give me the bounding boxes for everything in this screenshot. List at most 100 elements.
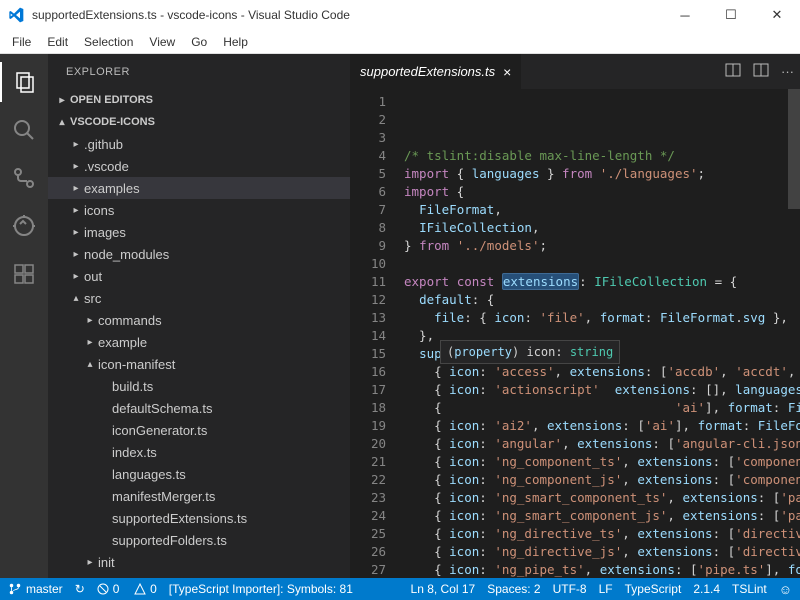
status-ts-importer[interactable]: [TypeScript Importer]: Symbols: 81 (169, 582, 353, 596)
tree-item[interactable]: supportedExtensions.ts (48, 507, 350, 529)
twisty-icon: ▸ (82, 315, 98, 326)
tree-item-label: commands (98, 313, 162, 328)
code-line: { icon: 'angular', extensions: ['angular… (404, 435, 800, 453)
code-line: import { languages } from './languages'; (404, 165, 800, 183)
tree-item-label: .vscode (84, 159, 129, 174)
line-gutter: 1234567891011121314151617181920212223242… (350, 89, 404, 578)
scrollbar-thumb[interactable] (788, 89, 800, 209)
tree-item-label: example (98, 335, 147, 350)
sidebar: EXPLORER ▸OPEN EDITORS ▴VSCODE-ICONS ▸.g… (48, 54, 350, 578)
code-line: file: { icon: 'file', format: FileFormat… (404, 309, 800, 327)
status-sync[interactable]: ↻ (75, 582, 85, 596)
tree-item[interactable]: defaultSchema.ts (48, 397, 350, 419)
twisty-icon: ▴ (68, 293, 84, 304)
code-line: { icon: 'ng_directive_ts', extensions: [… (404, 525, 800, 543)
tree-item-label: .github (84, 137, 123, 152)
status-problems[interactable]: 0 0 (97, 582, 157, 596)
activity-extensions-icon[interactable] (0, 254, 48, 294)
tree-item[interactable]: ▸images (48, 221, 350, 243)
status-branch[interactable]: master (8, 582, 63, 596)
project-header[interactable]: ▴VSCODE-ICONS (48, 111, 350, 133)
titlebar: supportedExtensions.ts - vscode-icons - … (0, 0, 800, 30)
window-minimize-button[interactable]: ─ (662, 0, 708, 30)
tab-supportedextensions[interactable]: supportedExtensions.ts × (350, 54, 521, 89)
menu-go[interactable]: Go (183, 33, 215, 51)
tree-item[interactable]: manifestMerger.ts (48, 485, 350, 507)
file-tree: ▸OPEN EDITORS ▴VSCODE-ICONS ▸.github▸.vs… (48, 89, 350, 578)
more-actions-icon[interactable]: ··· (781, 64, 794, 79)
tree-item-label: defaultSchema.ts (112, 401, 212, 416)
code-line: { icon: 'actionscript' extensions: [], l… (404, 381, 800, 399)
tree-item-label: supportedExtensions.ts (112, 511, 247, 526)
menu-view[interactable]: View (141, 33, 183, 51)
status-encoding[interactable]: UTF-8 (553, 582, 587, 596)
twisty-icon: ▸ (68, 227, 84, 238)
editor-area: supportedExtensions.ts × ··· 12345678910… (350, 54, 800, 578)
code-line: { icon: 'ng_pipe_ts', extensions: ['pipe… (404, 561, 800, 578)
status-tslint[interactable]: TSLint (732, 582, 767, 596)
editor-layout-icon[interactable] (753, 62, 769, 81)
tree-item[interactable]: ▸example (48, 331, 350, 353)
twisty-icon: ▸ (68, 249, 84, 260)
tree-item-label: out (84, 269, 102, 284)
window-close-button[interactable]: ✕ (754, 0, 800, 30)
tree-item-label: iconGenerator.ts (112, 423, 207, 438)
tree-item[interactable]: iconGenerator.ts (48, 419, 350, 441)
tree-item[interactable]: index.ts (48, 441, 350, 463)
tree-item[interactable]: ▸icons (48, 199, 350, 221)
tree-item[interactable]: ▸.vscode (48, 155, 350, 177)
tree-item-label: supportedFolders.ts (112, 533, 227, 548)
activity-debug-icon[interactable] (0, 206, 48, 246)
window-title: supportedExtensions.ts - vscode-icons - … (32, 8, 350, 22)
tree-item-label: icons (84, 203, 114, 218)
status-language[interactable]: TypeScript (625, 582, 682, 596)
tree-item-label: manifestMerger.ts (112, 489, 215, 504)
statusbar: master ↻ 0 0 [TypeScript Importer]: Symb… (0, 578, 800, 600)
tree-item-label: src (84, 291, 101, 306)
tree-item[interactable]: languages.ts (48, 463, 350, 485)
menu-help[interactable]: Help (215, 33, 256, 51)
twisty-icon: ▸ (68, 183, 84, 194)
activity-scm-icon[interactable] (0, 158, 48, 198)
tree-item-label: node_modules (84, 247, 169, 262)
menu-selection[interactable]: Selection (76, 33, 141, 51)
activity-bar (0, 54, 48, 578)
tree-item[interactable]: ▴icon-manifest (48, 353, 350, 375)
status-indent[interactable]: Spaces: 2 (487, 582, 540, 596)
code-line: default: { (404, 291, 800, 309)
twisty-icon: ▸ (68, 271, 84, 282)
code-line (404, 255, 800, 273)
tree-item-label: init (98, 555, 115, 570)
vscode-logo-icon (8, 7, 24, 23)
open-editors-header[interactable]: ▸OPEN EDITORS (48, 89, 350, 111)
split-editor-icon[interactable] (725, 62, 741, 81)
tree-item[interactable]: supportedFolders.ts (48, 529, 350, 551)
menu-file[interactable]: File (4, 33, 39, 51)
window-maximize-button[interactable]: ☐ (708, 0, 754, 30)
code-content[interactable]: (property) icon: string /* tslint:disabl… (404, 89, 800, 578)
code-line: { icon: 'ng_directive_js', extensions: [… (404, 543, 800, 561)
tree-item[interactable]: ▸init (48, 551, 350, 573)
tree-item[interactable]: ▴src (48, 287, 350, 309)
activity-explorer-icon[interactable] (0, 62, 48, 102)
tree-item-label: languages.ts (112, 467, 186, 482)
tree-item[interactable]: ▸examples (48, 177, 350, 199)
tree-item[interactable]: ▸node_modules (48, 243, 350, 265)
editor-tabs: supportedExtensions.ts × ··· (350, 54, 800, 89)
tree-item[interactable]: build.ts (48, 375, 350, 397)
menubar: FileEditSelectionViewGoHelp (0, 30, 800, 54)
tree-item[interactable]: ▸out (48, 265, 350, 287)
code-line: import { (404, 183, 800, 201)
status-ts-version[interactable]: 2.1.4 (693, 582, 720, 596)
activity-search-icon[interactable] (0, 110, 48, 150)
editor-scrollbar[interactable] (788, 89, 800, 578)
status-eol[interactable]: LF (599, 582, 613, 596)
tree-item[interactable]: ▸commands (48, 309, 350, 331)
status-cursor[interactable]: Ln 8, Col 17 (411, 582, 476, 596)
menu-edit[interactable]: Edit (39, 33, 76, 51)
tab-close-icon[interactable]: × (503, 64, 511, 80)
status-feedback-icon[interactable]: ☺ (779, 582, 792, 597)
code-line: export const extensions: IFileCollection… (404, 273, 800, 291)
tree-item-label: icon-manifest (98, 357, 175, 372)
tree-item[interactable]: ▸.github (48, 133, 350, 155)
